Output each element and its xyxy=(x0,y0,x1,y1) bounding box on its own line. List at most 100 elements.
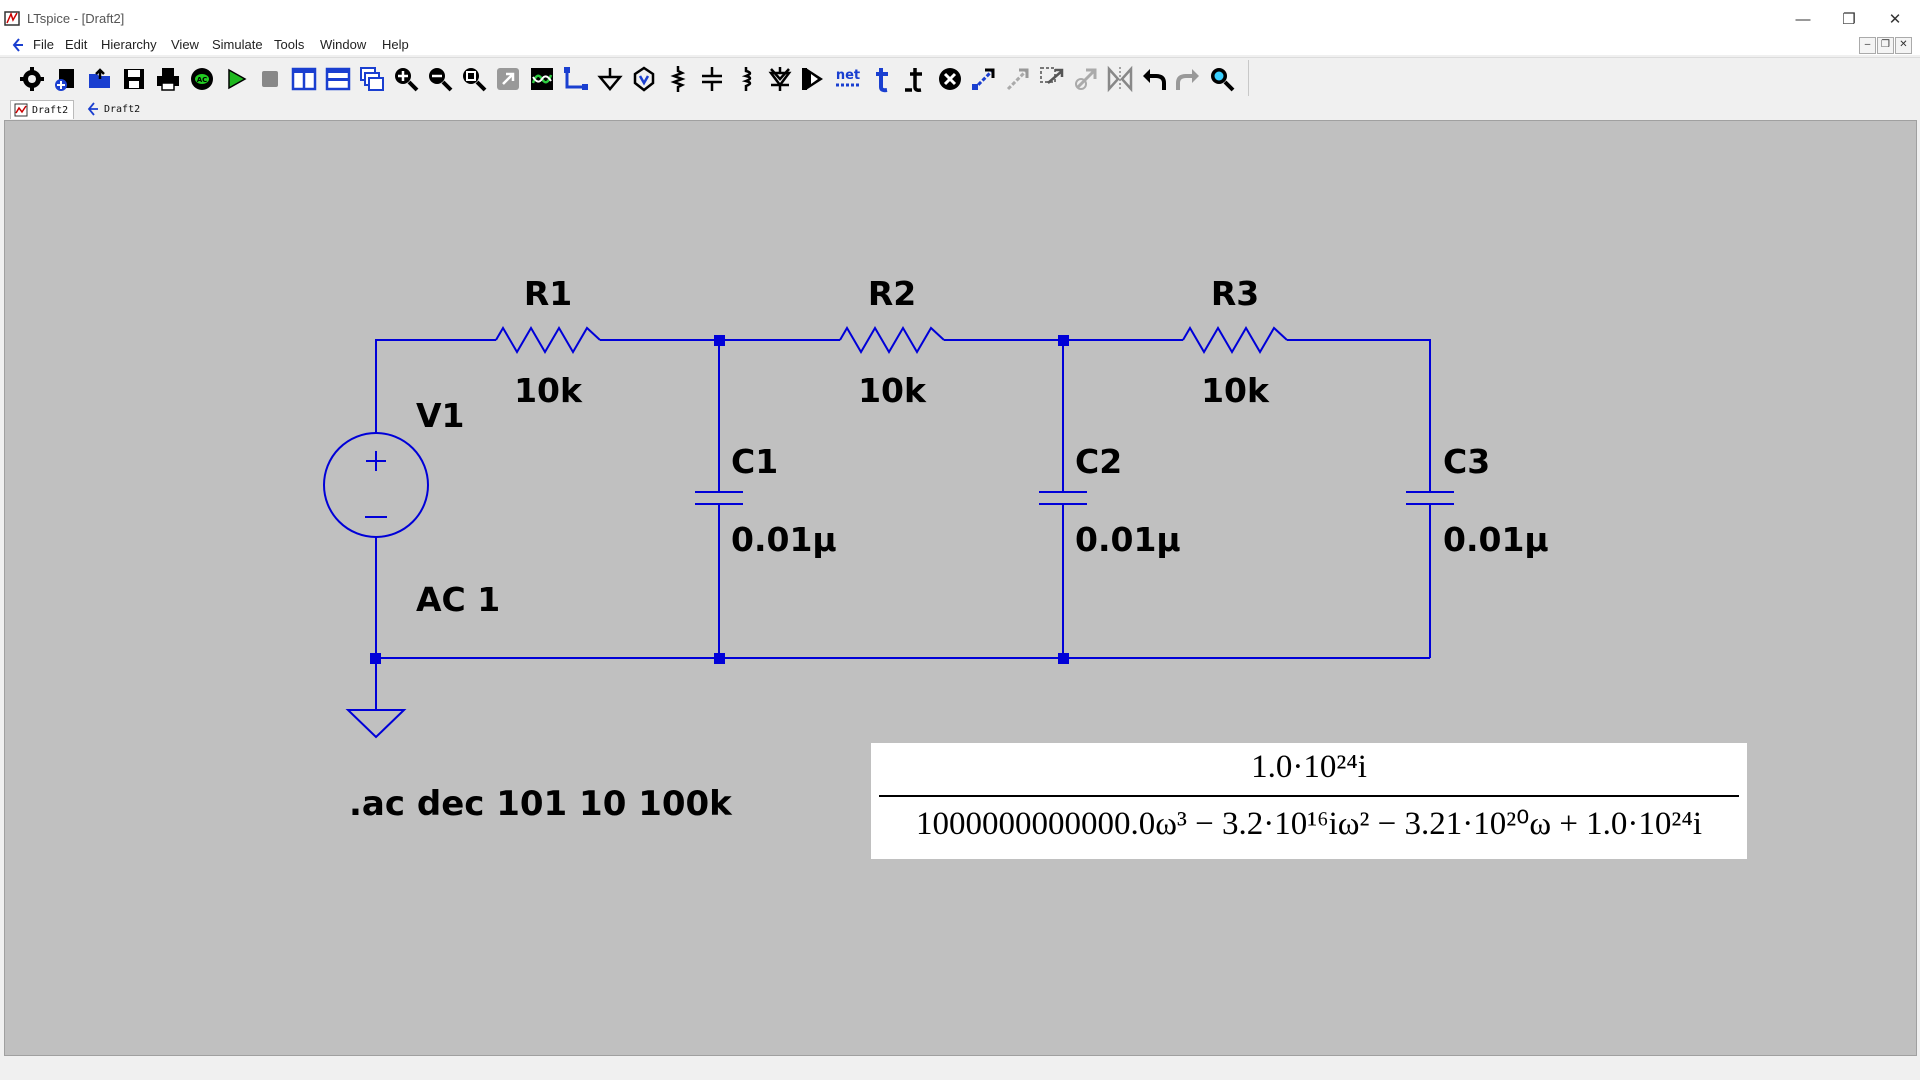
r2-name-label[interactable]: R2 xyxy=(868,274,916,313)
transfer-function-image[interactable]: 1.0·10²⁴i 1000000000000.0ω³ − 3.2·10¹⁶iω… xyxy=(871,743,1747,859)
capacitor-c1[interactable] xyxy=(695,340,743,658)
schematic-canvas[interactable]: R1 10k R2 10k R3 10k V1 AC 1 C1 0.01μ C2… xyxy=(4,120,1917,1056)
gear-icon[interactable] xyxy=(18,65,46,93)
r1-value-label[interactable]: 10k xyxy=(514,371,583,410)
menu-tools[interactable]: Tools xyxy=(274,37,304,52)
menu-simulate[interactable]: Simulate xyxy=(212,37,263,52)
spice-directive[interactable]: .ac dec 101 10 100k xyxy=(349,784,733,824)
tile-vertical-icon[interactable] xyxy=(290,65,318,93)
r1-name-label[interactable]: R1 xyxy=(524,274,572,313)
r2-value-label[interactable]: 10k xyxy=(858,371,927,410)
diode-icon[interactable] xyxy=(766,65,794,93)
menu-view[interactable]: View xyxy=(171,37,199,52)
fraction-line xyxy=(879,795,1739,797)
undo-icon[interactable] xyxy=(1140,65,1168,93)
save-icon[interactable] xyxy=(120,65,148,93)
move-icon[interactable] xyxy=(1004,65,1032,93)
delete-icon[interactable] xyxy=(936,65,964,93)
mdi-minimize-button[interactable]: – xyxy=(1859,37,1876,54)
find-icon[interactable] xyxy=(1208,65,1236,93)
toolbar-strip: AC net xyxy=(8,60,1249,96)
menu-hierarchy[interactable]: Hierarchy xyxy=(101,37,157,52)
cascade-icon[interactable] xyxy=(358,65,386,93)
run-icon[interactable] xyxy=(222,65,250,93)
resistor-r1[interactable] xyxy=(495,326,601,354)
new-schematic-icon[interactable] xyxy=(52,65,80,93)
label-icon[interactable] xyxy=(630,65,658,93)
mdi-close-button[interactable]: ✕ xyxy=(1895,37,1912,54)
window-title: LTspice - [Draft2] xyxy=(27,11,125,26)
drag-icon[interactable] xyxy=(1038,65,1066,93)
menu-help[interactable]: Help xyxy=(382,37,409,52)
open-icon[interactable] xyxy=(86,65,114,93)
c1-name-label[interactable]: C1 xyxy=(731,442,778,481)
wire-top-right-b xyxy=(1287,339,1431,492)
tab-draft2-waveform[interactable]: Draft2 xyxy=(10,100,74,119)
menu-window[interactable]: Window xyxy=(320,37,366,52)
v1-value-label[interactable]: AC 1 xyxy=(416,580,500,619)
text-icon[interactable] xyxy=(902,65,930,93)
halt-icon[interactable] xyxy=(256,65,284,93)
mdi-restore-button[interactable]: ❐ xyxy=(1877,37,1894,54)
waveform-icon xyxy=(14,103,28,117)
svg-text:AC: AC xyxy=(197,76,208,84)
capacitor-icon[interactable] xyxy=(698,65,726,93)
capacitor-c3[interactable] xyxy=(1406,491,1454,658)
tab-draft2-schematic[interactable]: Draft2 xyxy=(84,100,146,118)
ltspice-logo-icon xyxy=(4,11,20,26)
schematic-icon xyxy=(87,102,98,116)
formula-numerator: 1.0·10²⁴i xyxy=(1251,749,1367,785)
c1-value-label[interactable]: 0.01μ xyxy=(731,520,837,559)
c3-name-label[interactable]: C3 xyxy=(1443,442,1490,481)
tab-label: Draft2 xyxy=(104,103,141,115)
rotate-icon[interactable] xyxy=(1072,65,1100,93)
spice-directive-icon[interactable] xyxy=(868,65,896,93)
junction-node xyxy=(714,653,725,664)
schematic-doc-icon[interactable] xyxy=(10,37,26,53)
voltage-source-v1[interactable] xyxy=(323,432,429,538)
resistor-icon[interactable] xyxy=(664,65,692,93)
resistor-r2[interactable] xyxy=(839,326,945,354)
inductor-icon[interactable] xyxy=(732,65,760,93)
ground-icon[interactable] xyxy=(596,65,624,93)
junction-node xyxy=(370,653,381,664)
junction-node xyxy=(714,335,725,346)
toolbar: AC net xyxy=(0,57,1920,98)
redo-icon[interactable] xyxy=(1174,65,1202,93)
source-polarity-marks xyxy=(365,451,387,518)
c2-value-label[interactable]: 0.01μ xyxy=(1075,520,1181,559)
formula-denominator: 1000000000000.0ω³ − 3.2·10¹⁶iω² − 3.21·1… xyxy=(915,806,1702,842)
junction-node xyxy=(1058,335,1069,346)
minimize-button[interactable]: — xyxy=(1780,6,1826,32)
zoom-out-icon[interactable] xyxy=(426,65,454,93)
control-panel-icon[interactable]: AC xyxy=(188,65,216,93)
r3-value-label[interactable]: 10k xyxy=(1201,371,1270,410)
c2-name-label[interactable]: C2 xyxy=(1075,442,1122,481)
menu-file[interactable]: File xyxy=(33,37,54,52)
mirror-icon[interactable] xyxy=(1106,65,1134,93)
zoom-fit-icon[interactable] xyxy=(460,65,488,93)
document-tab-bar: Draft2 Draft2 xyxy=(0,98,1920,120)
r3-name-label[interactable]: R3 xyxy=(1211,274,1259,313)
component-icon[interactable] xyxy=(800,65,828,93)
ground-symbol[interactable] xyxy=(345,658,407,739)
net-label-icon[interactable]: net xyxy=(834,65,862,93)
junction-node xyxy=(1058,653,1069,664)
c3-value-label[interactable]: 0.01μ xyxy=(1443,520,1549,559)
tile-horizontal-icon[interactable] xyxy=(324,65,352,93)
status-bar xyxy=(0,1056,1920,1080)
zoom-in-icon[interactable] xyxy=(392,65,420,93)
restore-button[interactable]: ❐ xyxy=(1826,6,1872,32)
schematic-drawing: R1 10k R2 10k R3 10k V1 AC 1 C1 0.01μ C2… xyxy=(323,274,1549,824)
zoom-back-icon[interactable] xyxy=(494,65,522,93)
resistor-r3[interactable] xyxy=(1182,326,1288,354)
v1-name-label[interactable]: V1 xyxy=(416,396,465,435)
close-button[interactable]: ✕ xyxy=(1872,6,1918,32)
capacitor-c2[interactable] xyxy=(1039,340,1087,658)
wire-icon[interactable] xyxy=(562,65,590,93)
duplicate-icon[interactable] xyxy=(970,65,998,93)
net-label-text: net xyxy=(836,68,860,83)
autorange-icon[interactable] xyxy=(528,65,556,93)
print-icon[interactable] xyxy=(154,65,182,93)
menu-edit[interactable]: Edit xyxy=(65,37,87,52)
